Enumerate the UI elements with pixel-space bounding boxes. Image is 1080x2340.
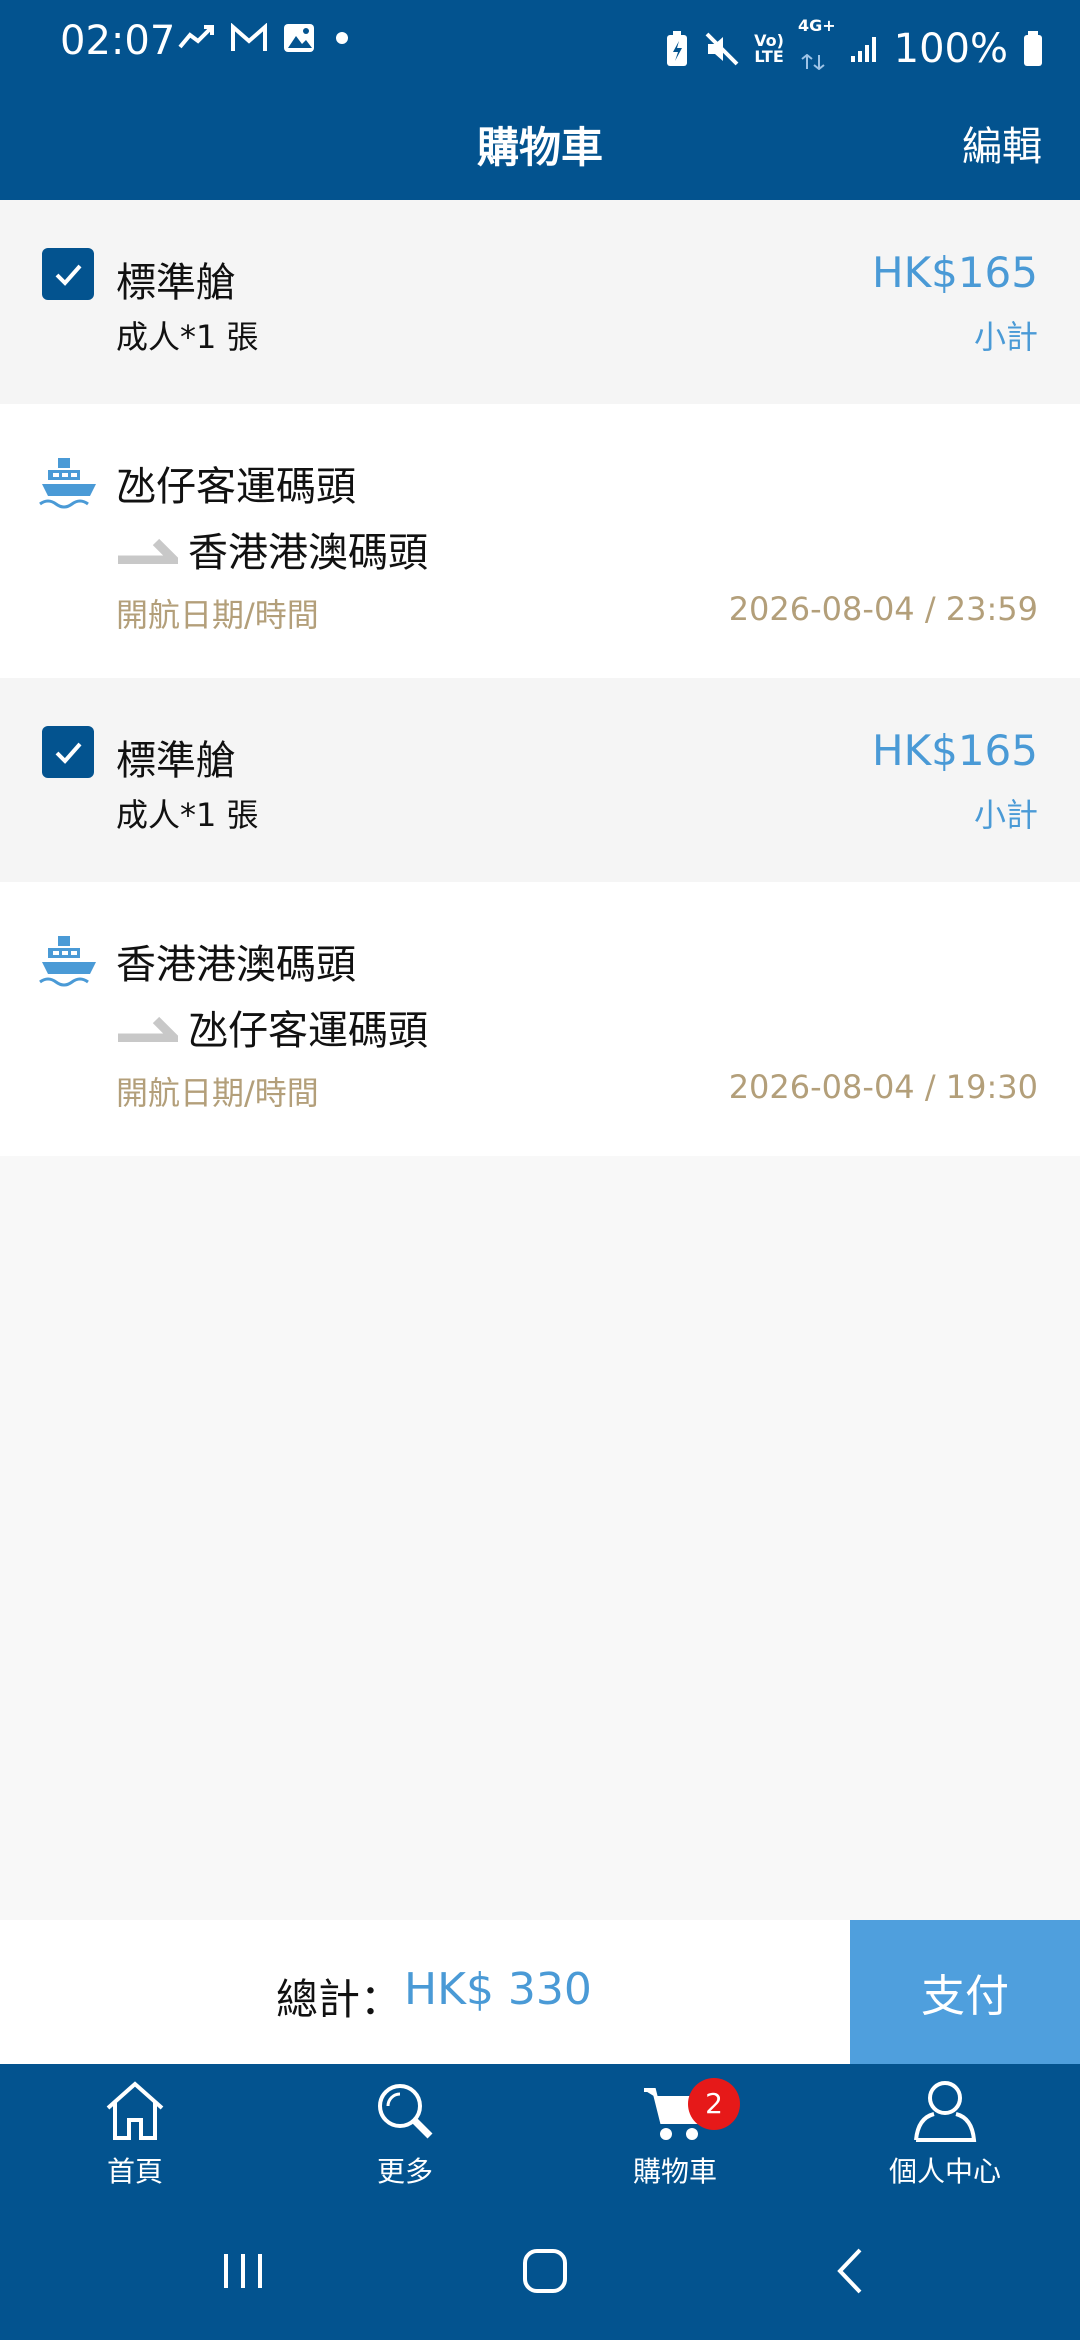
page-title: 購物車 [476, 123, 603, 172]
ferry-icon [39, 936, 96, 987]
pay-button[interactable]: 支付 [850, 1920, 1080, 2064]
home-button-icon[interactable] [520, 2246, 570, 2296]
battery-percent: 100% [893, 26, 1008, 72]
nav-more-label: 更多 [376, 2155, 433, 2188]
volte-indicator: Vo) LTE [754, 31, 784, 66]
item-class: 標準艙 [116, 260, 236, 306]
route-info: 氹仔客運碼頭 香港港澳碼頭 開航日期/時間 2026-08-04 / 23:59 [0, 404, 1080, 678]
nav-more[interactable]: 更多 [270, 2078, 540, 2208]
status-bar: 02:07 Vo) LTE 4G+ 100% [0, 0, 1080, 84]
item-price: HK$165 [871, 248, 1038, 297]
back-icon[interactable] [826, 2246, 876, 2296]
network-indicator: 4G+ [798, 18, 836, 80]
nav-profile[interactable]: 個人中心 [810, 2078, 1080, 2208]
dot-icon [336, 32, 348, 44]
route-destination: 氹仔客運碼頭 [188, 1008, 428, 1054]
item-quantity: 成人*1 張 [116, 796, 259, 834]
trending-icon [178, 25, 214, 49]
person-icon [914, 2081, 977, 2142]
data-arrows-icon [801, 53, 825, 71]
route-arrow-icon [118, 538, 178, 564]
home-icon [106, 2081, 164, 2140]
checkmark-icon [55, 742, 82, 764]
nav-cart[interactable]: 2 購物車 [540, 2078, 810, 2208]
item-price: HK$165 [871, 726, 1038, 775]
departure-label: 開航日期/時間 [116, 596, 319, 634]
route-destination: 香港港澳碼頭 [188, 530, 428, 576]
item-class: 標準艙 [116, 738, 236, 784]
battery-icon [1024, 31, 1042, 66]
departure-label: 開航日期/時間 [116, 1074, 319, 1112]
departure-datetime: 2026-08-04 / 23:59 [728, 590, 1038, 628]
search-icon [378, 2084, 433, 2139]
status-time: 02:07 [60, 18, 176, 64]
checkmark-icon [55, 264, 82, 286]
departure-datetime: 2026-08-04 / 19:30 [728, 1068, 1038, 1106]
ferry-icon [39, 458, 96, 509]
route-origin: 香港港澳碼頭 [116, 942, 356, 988]
nav-home-label: 首頁 [106, 2155, 163, 2188]
bottom-nav: 首頁 更多 2 購物車 個人中心 [0, 2064, 1080, 2216]
battery-saver-icon [667, 31, 688, 66]
item-quantity: 成人*1 張 [116, 318, 259, 356]
nav-cart-label: 購物車 [632, 2155, 717, 2188]
status-system-icons: Vo) LTE 4G+ 100% [664, 18, 1044, 80]
route-info: 香港港澳碼頭 氹仔客運碼頭 開航日期/時間 2026-08-04 / 19:30 [0, 882, 1080, 1156]
nav-profile-label: 個人中心 [888, 2155, 1001, 2188]
image-icon [284, 24, 314, 52]
nav-home[interactable]: 首頁 [0, 2078, 270, 2208]
signal-icon [850, 37, 876, 62]
route-arrow-icon [118, 1016, 178, 1042]
item-subtotal-label: 小計 [973, 318, 1038, 356]
app-header: 購物車 編輯 [0, 84, 1080, 200]
mail-icon [231, 23, 267, 51]
item-subtotal-label: 小計 [973, 796, 1038, 834]
cart-item: 標準艙 成人*1 張 HK$165 小計 [0, 678, 1080, 882]
status-notification-icons [178, 22, 354, 54]
total-amount: HK$ 330 [404, 1964, 592, 2015]
system-nav-bar [0, 2216, 1080, 2340]
cart-badge: 2 [688, 2078, 740, 2130]
total-bar: 總計： HK$ 330 支付 [0, 1920, 1080, 2064]
total-label: 總計： [276, 1975, 403, 2024]
mute-icon [705, 32, 739, 66]
recents-icon[interactable] [218, 2246, 268, 2296]
item-checkbox[interactable] [42, 726, 94, 778]
cart-item: 標準艙 成人*1 張 HK$165 小計 [0, 200, 1080, 404]
item-checkbox[interactable] [42, 248, 94, 300]
route-origin: 氹仔客運碼頭 [116, 464, 356, 510]
edit-button[interactable]: 編輯 [962, 114, 1042, 172]
